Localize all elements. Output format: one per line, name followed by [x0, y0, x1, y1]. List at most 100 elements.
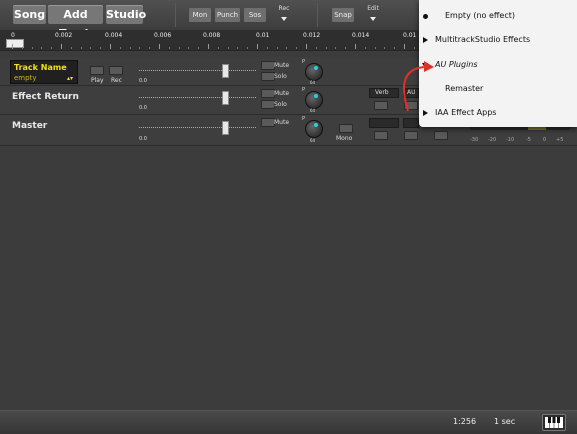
zoom-level[interactable]: 1:256	[453, 417, 476, 426]
mute-button[interactable]	[261, 118, 275, 127]
ruler-tick	[80, 47, 82, 49]
rec-label: Rec	[111, 77, 122, 84]
rec-dropdown-icon[interactable]	[281, 17, 287, 21]
volume-fader-knob[interactable]	[222, 91, 229, 105]
studio-button[interactable]: Studio	[106, 5, 146, 24]
solo-label: Solo	[274, 101, 287, 108]
ruler-label: 0.006	[154, 32, 172, 39]
mute-label: Mute	[274, 90, 290, 97]
fader-zero-label: 0.0	[139, 136, 147, 142]
ruler-tick	[384, 47, 386, 49]
play-button[interactable]	[90, 66, 104, 75]
ruler-tick	[217, 47, 219, 49]
ruler-tick	[257, 44, 258, 49]
ruler-tick	[286, 47, 288, 49]
play-label: Play	[91, 77, 104, 84]
volume-fader-track[interactable]	[139, 70, 256, 72]
add-track-button[interactable]: Add Track	[48, 5, 103, 40]
meter-scale-label: 0	[543, 137, 547, 143]
punch-button[interactable]: Punch	[215, 8, 240, 22]
ruler-tick	[129, 47, 131, 49]
ruler-tick	[149, 47, 151, 49]
ruler-tick	[70, 47, 72, 49]
time-unit[interactable]: 1 sec	[494, 417, 515, 426]
fader-zero-label: 0.0	[139, 78, 147, 84]
ruler-tick	[315, 47, 317, 49]
solo-button[interactable]	[261, 100, 275, 109]
effect-slot-1[interactable]	[369, 118, 399, 128]
track-input-label: empty	[14, 74, 37, 82]
ruler-tick	[198, 47, 200, 49]
ruler-label: 0.008	[203, 32, 221, 39]
volume-fader-track[interactable]	[139, 127, 256, 129]
ruler-label: 0.01	[403, 32, 417, 39]
ruler-tick	[119, 47, 121, 49]
ruler-tick	[276, 47, 278, 49]
track-name-label: Effect Return	[12, 92, 79, 102]
ruler-label: 0.004	[105, 32, 123, 39]
edit-menu-label[interactable]: Edit	[364, 5, 382, 12]
rec-mode-label[interactable]: Rec	[275, 5, 293, 12]
rec-button[interactable]	[109, 66, 123, 75]
pan-knob[interactable]	[305, 91, 323, 109]
ruler-tick	[306, 44, 307, 49]
meter-scale-label: +5	[556, 137, 564, 143]
song-button[interactable]: Song	[13, 5, 46, 24]
ruler-label: 0.01	[256, 32, 270, 39]
ruler-label: 0.012	[303, 32, 321, 39]
mute-label: Mute	[274, 62, 290, 69]
pan-knob[interactable]	[305, 63, 323, 81]
annotation-arrow-head	[424, 61, 434, 72]
mono-button[interactable]	[339, 124, 353, 133]
menu-item-remaster[interactable]: Remaster	[419, 77, 577, 101]
pan-value: 64	[310, 108, 316, 113]
ruler-tick	[159, 44, 160, 49]
menu-item-empty[interactable]: Empty (no effect)	[419, 4, 577, 28]
edit-dropdown-icon[interactable]	[370, 17, 376, 21]
menu-item-iaa-effect-apps[interactable]: IAA Effect Apps	[419, 101, 577, 125]
ruler-label: 0.014	[352, 32, 370, 39]
pan-label: P	[302, 116, 306, 122]
solo-button[interactable]	[261, 72, 275, 81]
input-dropdown-icon[interactable]: ▴▾	[67, 75, 73, 82]
track-name-label: Track Name	[14, 63, 67, 72]
ruler-tick	[31, 47, 33, 49]
fader-zero-label: 0.0	[139, 105, 147, 111]
ruler-tick	[374, 47, 376, 49]
ruler-tick	[355, 44, 356, 49]
effect-edit-button[interactable]	[404, 131, 418, 140]
meter-scale-label: -10	[506, 137, 515, 143]
mute-button[interactable]	[261, 89, 275, 98]
effect-slot-2[interactable]	[403, 118, 419, 128]
ruler-tick	[139, 47, 141, 49]
menu-item-label: Remaster	[445, 84, 484, 93]
piano-keys-icon	[545, 417, 563, 428]
keyboard-button[interactable]	[542, 414, 566, 431]
volume-fader-knob[interactable]	[222, 64, 229, 78]
meter-scale-label: -30	[470, 137, 479, 143]
volume-fader-track[interactable]	[139, 97, 256, 99]
effect-edit-button[interactable]	[434, 131, 448, 140]
pan-knob[interactable]	[305, 120, 323, 138]
menu-item-label: Empty (no effect)	[445, 11, 515, 20]
ruler-tick	[188, 47, 190, 49]
ruler-tick	[12, 44, 13, 49]
pan-value: 64	[310, 138, 316, 143]
ruler-tick	[178, 47, 180, 49]
ruler-tick	[227, 47, 229, 49]
sos-button[interactable]: Sos	[244, 8, 266, 22]
ruler-tick	[51, 47, 53, 49]
volume-fader-knob[interactable]	[222, 121, 229, 135]
effect-edit-button[interactable]	[374, 131, 388, 140]
meter-scale-label: -5	[526, 137, 531, 143]
ruler-tick	[364, 47, 366, 49]
toolbar-divider	[175, 3, 176, 27]
track-name-box[interactable]: Track Name empty ▴▾	[10, 60, 78, 84]
mute-button[interactable]	[261, 61, 275, 70]
menu-item-au-plugins[interactable]: AU Plugins	[419, 53, 577, 77]
snap-button[interactable]: Snap	[332, 8, 354, 22]
mon-button[interactable]: Mon	[189, 8, 211, 22]
ruler-label: 0	[11, 32, 15, 39]
mute-label: Mute	[274, 119, 290, 126]
menu-item-multitrackstudio-effects[interactable]: MultitrackStudio Effects	[419, 28, 577, 52]
